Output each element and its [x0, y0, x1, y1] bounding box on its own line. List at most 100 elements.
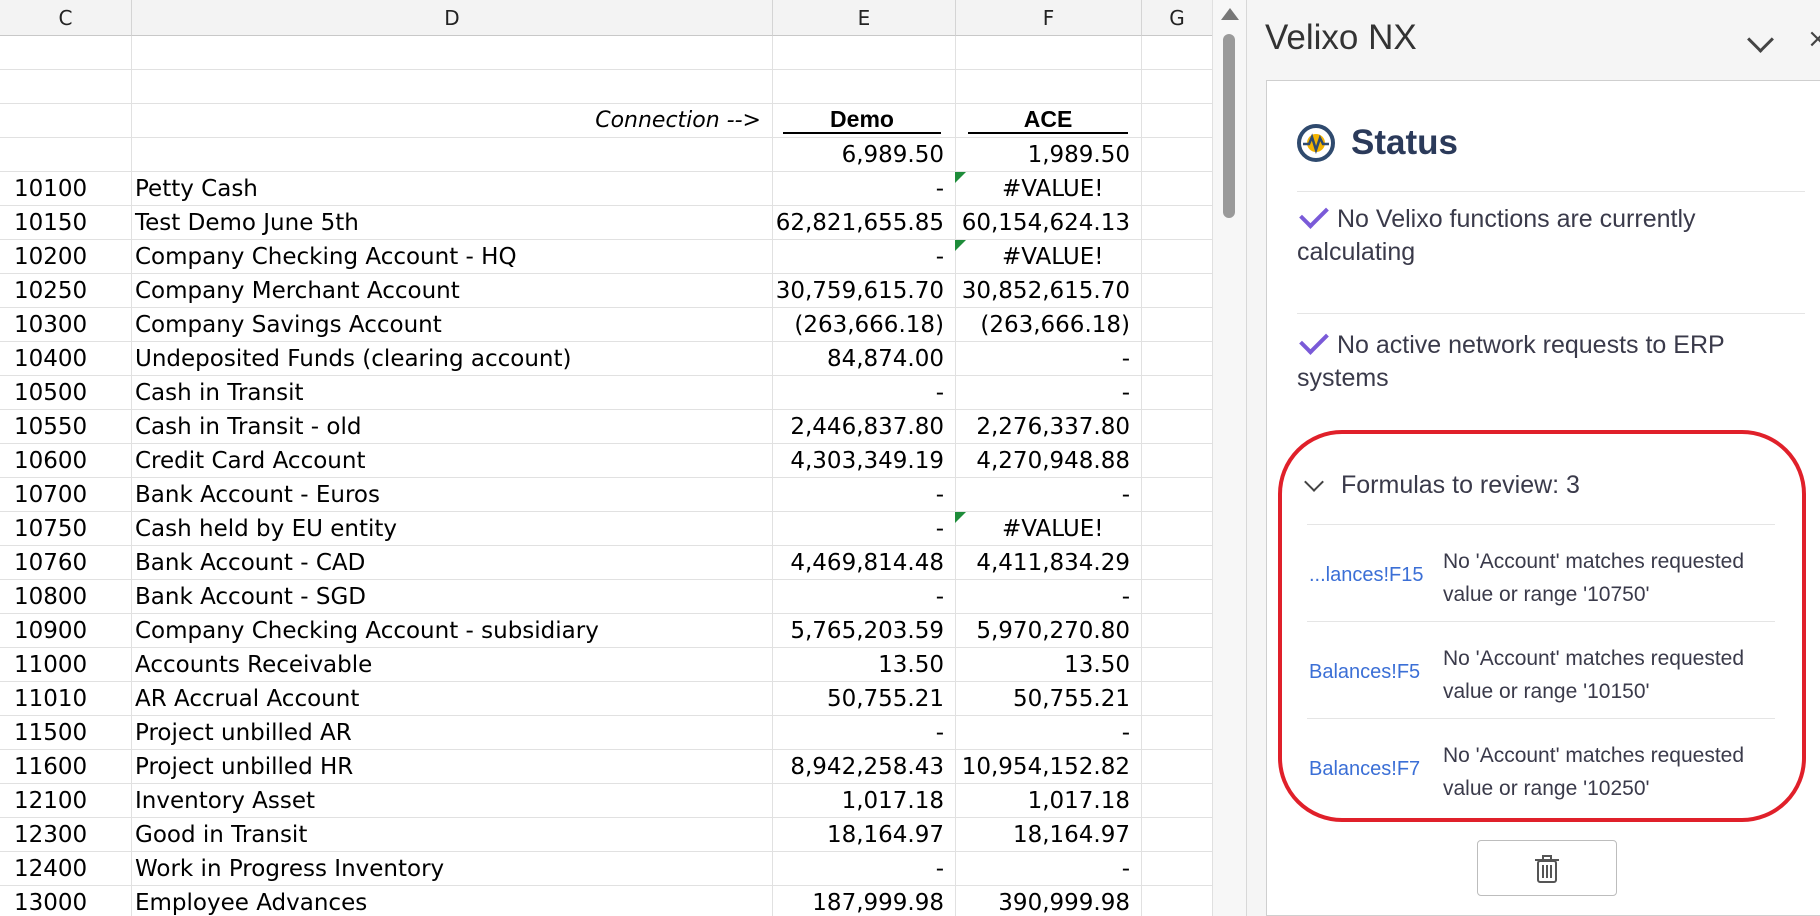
account-name-cell[interactable]: Bank Account - CAD: [135, 546, 365, 579]
demo-value-cell[interactable]: 50,755.21: [827, 682, 944, 715]
spreadsheet[interactable]: C D E F G Connection --> Demo ACE 6,989.…: [0, 0, 1212, 916]
account-code-cell[interactable]: 13000: [14, 886, 87, 916]
demo-value-cell[interactable]: -: [936, 376, 944, 409]
table-row[interactable]: 11000 Accounts Receivable 13.50 13.50: [0, 648, 1212, 682]
account-code-cell[interactable]: 10600: [14, 444, 87, 477]
account-name-cell[interactable]: Cash in Transit: [135, 376, 304, 409]
error-indicator-icon[interactable]: [955, 240, 966, 251]
ace-value-cell[interactable]: -: [1122, 376, 1130, 409]
account-code-cell[interactable]: 10760: [14, 546, 87, 579]
column-header-f[interactable]: F: [956, 0, 1142, 36]
demo-value-cell[interactable]: 62,821,655.85: [776, 206, 944, 239]
column-header-d[interactable]: D: [132, 0, 773, 36]
column-header-g[interactable]: G: [1142, 0, 1212, 36]
account-code-cell[interactable]: 10250: [14, 274, 87, 307]
demo-value-cell[interactable]: -: [936, 580, 944, 613]
connection-label[interactable]: Connection -->: [595, 104, 761, 137]
account-code-cell[interactable]: 12400: [14, 852, 87, 885]
account-name-cell[interactable]: Company Checking Account - HQ: [135, 240, 517, 273]
ace-value-cell[interactable]: -: [1122, 342, 1130, 375]
demo-value-cell[interactable]: -: [936, 478, 944, 511]
table-row[interactable]: 10500 Cash in Transit - -: [0, 376, 1212, 410]
table-row[interactable]: 10300 Company Savings Account (263,666.18)…: [0, 308, 1212, 342]
account-name-cell[interactable]: Accounts Receivable: [135, 648, 372, 681]
close-icon[interactable]: ×: [1807, 24, 1820, 54]
vertical-scrollbar[interactable]: [1212, 0, 1247, 916]
demo-value-cell[interactable]: 18,164.97: [827, 818, 944, 851]
table-row[interactable]: 12400 Work in Progress Inventory - -: [0, 852, 1212, 886]
table-row[interactable]: 10700 Bank Account - Euros - -: [0, 478, 1212, 512]
connection-header-ace[interactable]: ACE: [968, 104, 1128, 134]
table-row[interactable]: 10760 Bank Account - CAD 4,469,814.48 4,411…: [0, 546, 1212, 580]
demo-value-cell[interactable]: -: [936, 852, 944, 885]
ace-value-cell[interactable]: 4,270,948.88: [976, 444, 1130, 477]
account-code-cell[interactable]: 10800: [14, 580, 87, 613]
demo-value-cell[interactable]: -: [936, 716, 944, 749]
ace-value-cell[interactable]: -: [1122, 580, 1130, 613]
table-row[interactable]: 10100 Petty Cash - #VALUE!: [0, 172, 1212, 206]
ace-value-cell[interactable]: 30,852,615.70: [962, 274, 1130, 307]
demo-value-cell[interactable]: 84,874.00: [827, 342, 944, 375]
account-name-cell[interactable]: Cash held by EU entity: [135, 512, 397, 545]
account-code-cell[interactable]: 10700: [14, 478, 87, 511]
connection-header-demo[interactable]: Demo: [783, 104, 941, 134]
account-code-cell[interactable]: 10550: [14, 410, 87, 443]
account-code-cell[interactable]: 12300: [14, 818, 87, 851]
account-code-cell[interactable]: 10150: [14, 206, 87, 239]
table-row[interactable]: 12300 Good in Transit 18,164.97 18,164.97: [0, 818, 1212, 852]
demo-value-cell[interactable]: 4,303,349.19: [790, 444, 944, 477]
account-name-cell[interactable]: Bank Account - Euros: [135, 478, 380, 511]
review-cell-link[interactable]: Balances!F7: [1309, 758, 1420, 781]
ace-value-cell[interactable]: -: [1122, 716, 1130, 749]
scroll-thumb[interactable]: [1223, 34, 1235, 218]
table-row[interactable]: 10400 Undeposited Funds (clearing account…: [0, 342, 1212, 376]
review-cell-link[interactable]: Balances!F5: [1309, 661, 1420, 684]
account-name-cell[interactable]: Company Savings Account: [135, 308, 442, 341]
table-row[interactable]: 10150 Test Demo June 5th 62,821,655.85 60,1…: [0, 206, 1212, 240]
demo-value-cell[interactable]: 30,759,615.70: [776, 274, 944, 307]
demo-value-cell[interactable]: 8,942,258.43: [790, 750, 944, 783]
table-row[interactable]: 10550 Cash in Transit - old 2,446,837.80 2,…: [0, 410, 1212, 444]
account-code-cell[interactable]: 10750: [14, 512, 87, 545]
account-name-cell[interactable]: Company Checking Account - subsidiary: [135, 614, 599, 647]
account-code-cell[interactable]: 10200: [14, 240, 87, 273]
demo-value-cell[interactable]: 5,765,203.59: [790, 614, 944, 647]
sheet-row-empty[interactable]: [0, 36, 1212, 70]
account-name-cell[interactable]: Employee Advances: [135, 886, 367, 916]
ace-value-cell[interactable]: #VALUE!: [1002, 512, 1104, 545]
account-name-cell[interactable]: Cash in Transit - old: [135, 410, 361, 443]
ace-value-cell[interactable]: (263,666.18): [980, 308, 1130, 341]
account-name-cell[interactable]: AR Accrual Account: [135, 682, 359, 715]
demo-value-cell[interactable]: -: [936, 512, 944, 545]
formulas-review-toggle[interactable]: Formulas to review: 3: [1304, 471, 1580, 500]
table-row[interactable]: 10250 Company Merchant Account 30,759,615.…: [0, 274, 1212, 308]
sheet-row-connection[interactable]: Connection --> Demo ACE: [0, 104, 1212, 138]
table-row[interactable]: 12100 Inventory Asset 1,017.18 1,017.18: [0, 784, 1212, 818]
demo-value-cell[interactable]: 2,446,837.80: [790, 410, 944, 443]
column-header-c[interactable]: C: [0, 0, 132, 36]
account-code-cell[interactable]: 10400: [14, 342, 87, 375]
ace-value-cell[interactable]: -: [1122, 852, 1130, 885]
demo-value-cell[interactable]: 1,017.18: [842, 784, 944, 817]
table-row[interactable]: 11010 AR Accrual Account 50,755.21 50,755.2…: [0, 682, 1212, 716]
account-name-cell[interactable]: Work in Progress Inventory: [135, 852, 444, 885]
account-code-cell[interactable]: 10300: [14, 308, 87, 341]
account-code-cell[interactable]: 11600: [14, 750, 87, 783]
column-header-e[interactable]: E: [773, 0, 956, 36]
error-indicator-icon[interactable]: [955, 172, 966, 183]
account-name-cell[interactable]: Company Merchant Account: [135, 274, 460, 307]
table-row[interactable]: 11500 Project unbilled AR - -: [0, 716, 1212, 750]
ace-value-cell[interactable]: #VALUE!: [1002, 240, 1104, 273]
ace-value-cell[interactable]: 50,755.21: [1013, 682, 1130, 715]
account-name-cell[interactable]: Bank Account - SGD: [135, 580, 366, 613]
ace-value-cell[interactable]: -: [1122, 478, 1130, 511]
table-row[interactable]: 10800 Bank Account - SGD - -: [0, 580, 1212, 614]
account-name-cell[interactable]: Project unbilled AR: [135, 716, 352, 749]
table-row[interactable]: 10750 Cash held by EU entity - #VALUE!: [0, 512, 1212, 546]
demo-value-cell[interactable]: 13.50: [878, 648, 944, 681]
sheet-row-totals[interactable]: 6,989.50 1,989.50: [0, 138, 1212, 172]
ace-value-cell[interactable]: 18,164.97: [1013, 818, 1130, 851]
account-code-cell[interactable]: 10100: [14, 172, 87, 205]
account-code-cell[interactable]: 10900: [14, 614, 87, 647]
account-code-cell[interactable]: 12100: [14, 784, 87, 817]
